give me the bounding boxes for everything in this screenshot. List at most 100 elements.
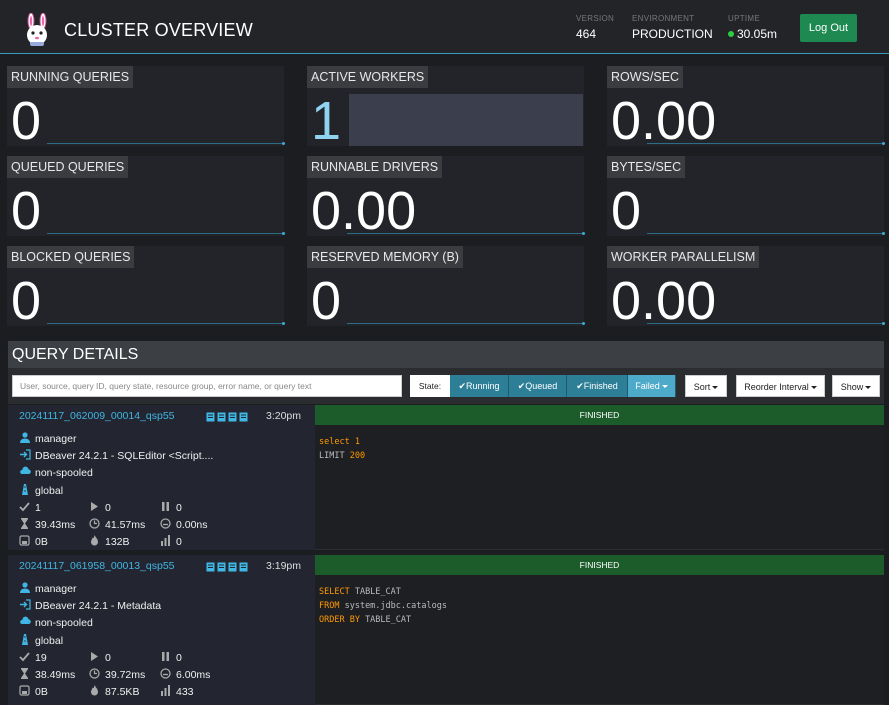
reorder-interval-dropdown[interactable]: Reorder Interval bbox=[736, 375, 825, 397]
query-stage-icon[interactable] bbox=[228, 409, 237, 422]
status-dot-icon bbox=[728, 31, 734, 37]
cloud-icon bbox=[19, 466, 31, 477]
uptime-label: UPTIME bbox=[728, 14, 761, 23]
search-input[interactable]: User, source, query ID, query state, res… bbox=[12, 375, 402, 397]
version-stat: VERSION 464 bbox=[576, 14, 614, 41]
cpu-icon bbox=[160, 668, 171, 679]
query-action-icons bbox=[206, 409, 248, 422]
memory-icon bbox=[19, 685, 30, 696]
reorder-label: Reorder Interval bbox=[744, 382, 809, 392]
running-splits-value: 0 bbox=[105, 502, 111, 514]
query-detail-icon[interactable] bbox=[239, 559, 248, 572]
metric-label: WORKER PARALLELISM bbox=[607, 246, 760, 268]
hourglass-icon bbox=[19, 518, 30, 529]
show-dropdown[interactable]: Show bbox=[832, 375, 880, 397]
elapsed-time-value: 39.72ms bbox=[105, 669, 146, 681]
query-id-link[interactable]: 20241117_061958_00013_qsp55 bbox=[19, 560, 175, 572]
metric-blocked-queries: BLOCKED QUERIES 0 bbox=[7, 246, 285, 328]
logout-button[interactable]: Log Out bbox=[800, 14, 857, 42]
query-id-link[interactable]: 20241117_062009_00014_qsp55 bbox=[19, 410, 175, 422]
query-row: 20241117_061958_00013_qsp55 3:19pm manager… bbox=[8, 555, 884, 705]
play-icon bbox=[89, 501, 100, 512]
peak-memory: 87.5KB bbox=[89, 685, 139, 699]
query-json-icon[interactable] bbox=[206, 409, 215, 422]
query-time: 3:19pm bbox=[266, 560, 302, 572]
filter-queued-button[interactable]: ✔Queued bbox=[509, 375, 567, 397]
query-plan-icon[interactable] bbox=[217, 559, 226, 572]
queued-splits-value: 0 bbox=[176, 502, 182, 514]
peak-memory-value: 87.5KB bbox=[105, 686, 140, 698]
query-time: 3:20pm bbox=[266, 410, 302, 422]
query-source-text: DBeaver 24.2.1 - Metadata bbox=[35, 600, 162, 612]
query-spooling: non-spooled bbox=[19, 616, 93, 630]
metric-label: RUNNABLE DRIVERS bbox=[307, 156, 443, 178]
filter-finished-label: Finished bbox=[583, 381, 618, 391]
pause-icon bbox=[160, 501, 171, 512]
metric-running-queries: RUNNING QUERIES 0 bbox=[7, 66, 285, 148]
sql-token: ORDER BY bbox=[319, 615, 366, 625]
wall-time: 38.49ms bbox=[19, 668, 75, 682]
user-icon bbox=[19, 582, 31, 593]
running-splits: 0 bbox=[89, 651, 111, 665]
flame-icon bbox=[89, 685, 100, 696]
filter-queued-label: Queued bbox=[525, 381, 558, 391]
environment-label: ENVIRONMENT bbox=[632, 14, 695, 23]
completed-splits-value: 1 bbox=[35, 502, 41, 514]
query-user-text: manager bbox=[35, 433, 77, 445]
sql-token: FROM bbox=[319, 601, 345, 611]
metric-label: RESERVED MEMORY (B) bbox=[307, 246, 463, 268]
query-stage-icon[interactable] bbox=[228, 559, 237, 572]
metric-rows-per-sec: ROWS/SEC 0.00 bbox=[607, 66, 885, 148]
metric-value: 0.00 bbox=[611, 271, 717, 331]
top-header: CLUSTER OVERVIEW VERSION 464 ENVIRONMENT… bbox=[0, 0, 889, 54]
check-icon: ✔ bbox=[576, 381, 584, 391]
query-detail-panel: FINISHED select 1 LIMIT 200 bbox=[315, 405, 884, 550]
check-icon: ✔ bbox=[458, 381, 466, 391]
query-plan-icon[interactable] bbox=[217, 409, 226, 422]
sort-label: Sort bbox=[693, 382, 711, 392]
queued-splits: 0 bbox=[160, 651, 182, 665]
memory: 0B bbox=[19, 535, 48, 549]
chevron-down-icon bbox=[712, 386, 719, 389]
filter-finished-button[interactable]: ✔Finished bbox=[567, 375, 628, 397]
source-icon bbox=[19, 599, 31, 610]
metric-value: 1 bbox=[311, 91, 342, 151]
metric-label: RUNNING QUERIES bbox=[7, 66, 134, 88]
uptime-row: 30.05m bbox=[728, 27, 777, 41]
query-sql: select 1 LIMIT 200 bbox=[319, 435, 365, 463]
query-detail-icon[interactable] bbox=[239, 409, 248, 422]
sql-token: select bbox=[319, 437, 355, 447]
bars-icon bbox=[160, 685, 171, 696]
filter-running-button[interactable]: ✔Running bbox=[450, 375, 509, 397]
filter-failed-dropdown[interactable]: Failed bbox=[628, 375, 676, 397]
cpu-time: 0.00ns bbox=[160, 518, 208, 532]
query-source-text: DBeaver 24.2.1 - SQLEditor <Script.... bbox=[35, 450, 214, 462]
sparkline-bar bbox=[349, 94, 583, 146]
cpu-icon bbox=[160, 518, 171, 529]
filter-failed-label: Failed bbox=[635, 381, 660, 391]
metric-reserved-memory: RESERVED MEMORY (B) 0 bbox=[307, 246, 585, 328]
cumulative-value: 0 bbox=[176, 536, 182, 548]
query-spooling-text: non-spooled bbox=[35, 467, 93, 479]
query-user-text: manager bbox=[35, 583, 77, 595]
memory-value: 0B bbox=[35, 536, 48, 548]
metric-bytes-per-sec: BYTES/SEC 0 bbox=[607, 156, 885, 238]
uptime-value: 30.05m bbox=[737, 27, 778, 41]
metric-value: 0 bbox=[11, 181, 42, 241]
query-sql: SELECT TABLE_CAT FROM system.jdbc.catalo… bbox=[319, 585, 447, 627]
bunny-logo-icon bbox=[27, 13, 47, 46]
resource-group-icon bbox=[19, 484, 31, 495]
query-details-title: QUERY DETAILS bbox=[8, 341, 884, 368]
elapsed-time: 41.57ms bbox=[89, 518, 145, 532]
query-filter-bar: User, source, query ID, query state, res… bbox=[8, 368, 884, 404]
query-source: DBeaver 24.2.1 - SQLEditor <Script.... bbox=[19, 449, 213, 463]
metric-runnable-drivers: RUNNABLE DRIVERS 0.00 bbox=[307, 156, 585, 238]
environment-value: PRODUCTION bbox=[632, 27, 713, 41]
query-row: 20241117_062009_00014_qsp55 3:20pm manager… bbox=[8, 405, 884, 550]
sort-dropdown[interactable]: Sort bbox=[685, 375, 727, 397]
wall-time-value: 38.49ms bbox=[35, 669, 76, 681]
wall-time: 39.43ms bbox=[19, 518, 75, 532]
query-json-icon[interactable] bbox=[206, 559, 215, 572]
metric-label: BYTES/SEC bbox=[607, 156, 686, 178]
query-spooling-text: non-spooled bbox=[35, 617, 93, 629]
